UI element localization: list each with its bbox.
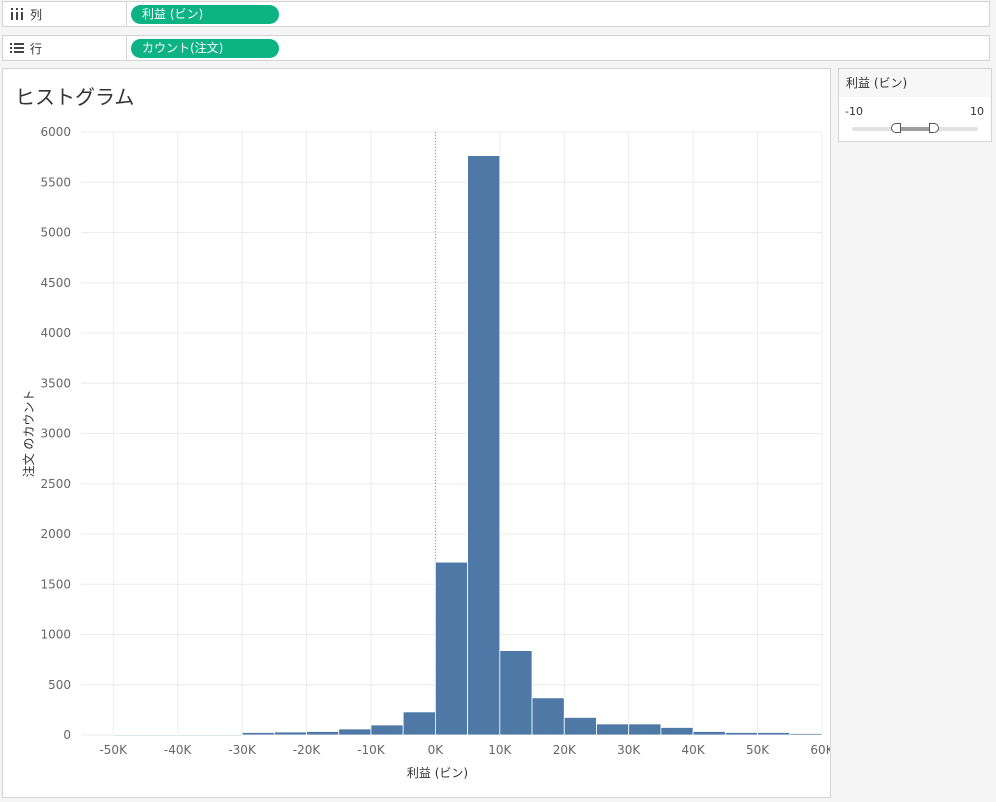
x-tick-label: -40K (164, 743, 193, 757)
y-tick-label: 1500 (40, 577, 71, 591)
histogram-bar (789, 733, 823, 736)
x-tick-label: 20K (553, 743, 577, 757)
histogram-bar (434, 561, 469, 736)
histogram-bar (724, 732, 758, 736)
histogram-bar (273, 731, 307, 736)
y-tick-label: 1000 (40, 628, 71, 642)
filter-min-label: -10 (845, 105, 863, 118)
y-tick-label: 5500 (40, 175, 71, 189)
axis-layer: 0 500 1000 1500 2000 2500 3000 3500 4000 4500 5000… (21, 125, 830, 780)
histogram-bar (467, 155, 501, 736)
histogram-bar (757, 732, 791, 736)
chart-panel: ヒストグラム 0 500 1000 1500 2000 2500 3000 3500 4000 4… (2, 68, 831, 798)
histogram-bar (370, 724, 404, 736)
histogram-chart: 0 500 1000 1500 2000 2500 3000 3500 4000 4500 5000… (21, 125, 830, 780)
histogram-bar (112, 734, 146, 737)
histogram-bar (499, 650, 533, 736)
x-tick-label: -30K (228, 743, 257, 757)
columns-pill[interactable]: 利益 (ビン) (131, 5, 279, 24)
y-tick-label: 500 (48, 678, 71, 692)
histogram-bar (241, 732, 275, 736)
x-tick-label: 40K (682, 743, 706, 757)
x-axis-title: 利益 (ビン) (407, 766, 468, 780)
range-slider-min-handle[interactable] (891, 123, 902, 133)
x-tick-label: 30K (617, 743, 641, 757)
y-tick-label: 4000 (40, 326, 71, 340)
y-tick-label: 3000 (40, 427, 71, 441)
range-slider-track[interactable] (852, 123, 978, 133)
histogram-bar (692, 731, 726, 736)
bar-layer (112, 155, 823, 737)
rows-pill[interactable]: カウント(注文) (131, 39, 279, 58)
y-axis-title: 注文 のカウント (21, 390, 36, 478)
y-tick-label: 0 (63, 728, 71, 742)
x-tick-label: -50K (99, 743, 128, 757)
rows-icon (10, 43, 24, 53)
histogram-bar (145, 734, 179, 737)
histogram-bar (660, 727, 694, 736)
x-tick-label: 60K (810, 743, 830, 757)
histogram-bar (306, 731, 340, 736)
filter-title: 利益 (ビン) (839, 69, 991, 97)
y-tick-label: 5000 (40, 226, 71, 240)
y-tick-label: 2500 (40, 477, 71, 491)
x-tick-label: 10K (488, 743, 512, 757)
profit-bin-filter: 利益 (ビン) -10 10 (838, 68, 992, 142)
x-tick-label: -10K (357, 743, 386, 757)
histogram-bar (338, 728, 372, 736)
y-tick-label: 3500 (40, 376, 71, 390)
range-slider-max-handle[interactable] (928, 123, 939, 133)
histogram-bar (209, 734, 243, 737)
histogram-bar (531, 697, 565, 736)
rows-shelf-label-area: 行 (3, 36, 127, 60)
y-tick-label: 6000 (40, 125, 71, 139)
rows-shelf-label: 行 (30, 41, 43, 56)
columns-shelf: 列 利益 (ビン) (2, 1, 990, 27)
x-tick-label: 50K (746, 743, 770, 757)
histogram-bar (563, 717, 597, 736)
histogram-bar (596, 723, 630, 736)
histogram-bar (628, 723, 662, 736)
y-tick-label: 2000 (40, 527, 71, 541)
x-tick-label: 0K (428, 743, 445, 757)
histogram-bar (177, 734, 211, 737)
columns-shelf-label-area: 列 (3, 2, 127, 26)
x-tick-label: -20K (293, 743, 322, 757)
rows-shelf: 行 カウント(注文) (2, 35, 990, 61)
histogram-bar (402, 711, 436, 736)
filter-range-labels: -10 10 (845, 105, 984, 118)
columns-icon (11, 8, 23, 20)
filter-max-label: 10 (970, 105, 984, 118)
columns-shelf-label: 列 (30, 7, 43, 22)
y-tick-label: 4500 (40, 276, 71, 290)
